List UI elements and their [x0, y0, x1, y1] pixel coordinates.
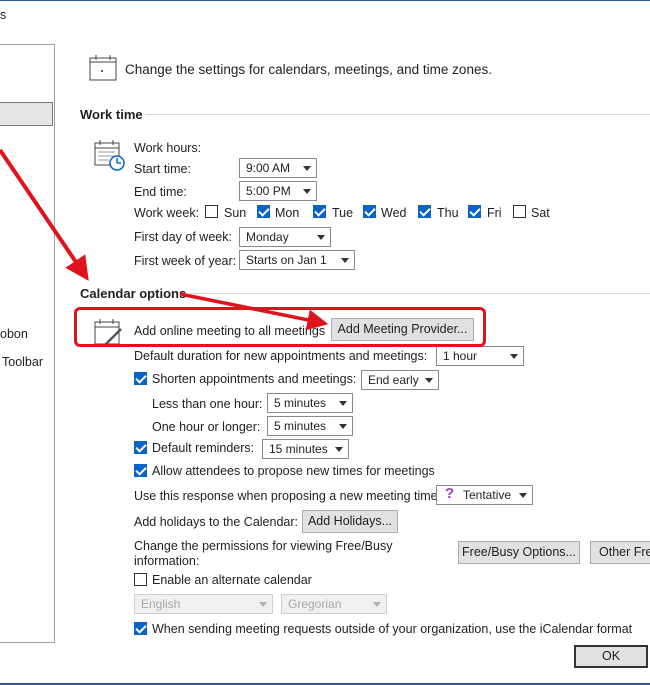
chevron-down-icon: [519, 493, 527, 498]
options-navigation-pane: [0, 44, 55, 643]
shorten-dropdown[interactable]: End early: [361, 370, 439, 390]
hour-longer-dropdown[interactable]: 5 minutes: [267, 416, 353, 436]
day-label-fri: Fri: [487, 206, 502, 220]
default-duration-value: 1 hour: [443, 349, 478, 363]
checkbox-mon[interactable]: [257, 205, 270, 218]
first-week-value: Starts on Jan 1: [246, 253, 327, 267]
nav-item-toolbar[interactable]: Toolbar: [2, 355, 43, 369]
work-hours-label: Work hours:: [134, 141, 202, 155]
calendar-options-separator: [190, 293, 650, 294]
day-label-mon: Mon: [275, 206, 300, 220]
propose-response-value: Tentative: [463, 488, 512, 502]
shorten-value: End early: [368, 373, 419, 387]
alternate-calendar-checkbox[interactable]: [134, 573, 147, 586]
checkbox-sun[interactable]: [205, 205, 218, 218]
shorten-checkbox[interactable]: [134, 372, 147, 385]
alternate-type-value: Gregorian: [288, 597, 342, 611]
propose-response-dropdown[interactable]: ? Tentative: [436, 485, 533, 505]
reminders-value: 15 minutes: [269, 442, 328, 456]
alternate-calendar-label: Enable an alternate calendar: [152, 573, 312, 587]
window-title-fragment: s: [0, 8, 7, 22]
chevron-down-icon: [425, 378, 433, 383]
work-week-label: Work week:: [134, 206, 200, 220]
chevron-down-icon: [317, 235, 325, 240]
day-label-tue: Tue: [332, 206, 354, 220]
chevron-down-icon: [335, 447, 343, 452]
end-time-value: 5:00 PM: [246, 184, 291, 198]
day-label-sat: Sat: [531, 206, 550, 220]
reminders-checkbox[interactable]: [134, 441, 147, 454]
end-time-label: End time:: [134, 185, 187, 199]
alternate-type-dropdown[interactable]: Gregorian: [281, 594, 387, 614]
tentative-icon: ?: [445, 485, 455, 502]
less-hour-dropdown[interactable]: 5 minutes: [267, 393, 353, 413]
checkbox-sat[interactable]: [513, 205, 526, 218]
first-day-value: Monday: [246, 230, 289, 244]
checkbox-tue[interactable]: [313, 205, 326, 218]
annotation-highlight-box: [74, 307, 486, 347]
chevron-down-icon: [341, 258, 349, 263]
default-duration-dropdown[interactable]: 1 hour: [436, 346, 524, 366]
first-day-label: First day of week:: [134, 230, 232, 244]
day-label-thu: Thu: [437, 206, 459, 220]
nav-item-selected[interactable]: [0, 102, 53, 126]
first-week-dropdown[interactable]: Starts on Jan 1: [239, 250, 355, 270]
chevron-down-icon: [259, 602, 267, 607]
chevron-down-icon: [339, 424, 347, 429]
reminders-dropdown[interactable]: 15 minutes: [262, 439, 349, 459]
other-freebusy-button[interactable]: Other Fre: [590, 541, 650, 564]
add-holidays-button[interactable]: Add Holidays...: [302, 510, 398, 533]
window-top-border: [0, 0, 650, 1]
shorten-label: Shorten appointments and meetings:: [152, 372, 357, 386]
work-time-separator: [145, 114, 650, 115]
first-day-dropdown[interactable]: Monday: [239, 227, 331, 247]
reminders-label: Default reminders:: [152, 441, 255, 455]
start-time-value: 9:00 AM: [246, 161, 291, 175]
start-time-dropdown[interactable]: 9:00 AM: [239, 158, 317, 178]
default-duration-label: Default duration for new appointments an…: [134, 349, 428, 363]
freebusy-options-button[interactable]: Free/Busy Options...: [458, 541, 580, 564]
work-time-heading: Work time: [80, 107, 143, 122]
ok-button[interactable]: OK: [574, 645, 648, 668]
allow-propose-checkbox[interactable]: [134, 464, 147, 477]
header-description: Change the settings for calendars, meeti…: [125, 62, 492, 77]
first-week-label: First week of year:: [134, 254, 237, 268]
calendar-clock-icon: [94, 140, 125, 171]
nav-item-ribbon[interactable]: obon: [0, 327, 28, 341]
alternate-language-dropdown[interactable]: English: [134, 594, 273, 614]
hour-longer-value: 5 minutes: [274, 419, 327, 433]
chevron-down-icon: [303, 166, 311, 171]
icalendar-label: When sending meeting requests outside of…: [152, 622, 633, 636]
checkbox-fri[interactable]: [468, 205, 481, 218]
allow-propose-label: Allow attendees to propose new times for…: [152, 464, 435, 478]
start-time-label: Start time:: [134, 162, 191, 176]
freebusy-label-line1: Change the permissions for viewing Free/…: [134, 539, 393, 553]
chevron-down-icon: [373, 602, 381, 607]
chevron-down-icon: [510, 354, 518, 359]
day-label-sun: Sun: [224, 206, 247, 220]
hour-longer-label: One hour or longer:: [152, 420, 261, 434]
less-hour-label: Less than one hour:: [152, 397, 263, 411]
chevron-down-icon: [303, 189, 311, 194]
freebusy-label-line2: information:: [134, 554, 200, 568]
calendar-options-heading: Calendar options: [80, 286, 187, 301]
icalendar-checkbox[interactable]: [134, 622, 147, 635]
alternate-language-value: English: [141, 597, 181, 611]
day-label-wed: Wed: [381, 206, 407, 220]
calendar-icon: [89, 55, 117, 81]
propose-response-label: Use this response when proposing a new m…: [134, 489, 442, 503]
less-hour-value: 5 minutes: [274, 396, 327, 410]
end-time-dropdown[interactable]: 5:00 PM: [239, 181, 317, 201]
chevron-down-icon: [339, 401, 347, 406]
holidays-label: Add holidays to the Calendar:: [134, 515, 298, 529]
checkbox-thu[interactable]: [418, 205, 431, 218]
checkbox-wed[interactable]: [363, 205, 376, 218]
